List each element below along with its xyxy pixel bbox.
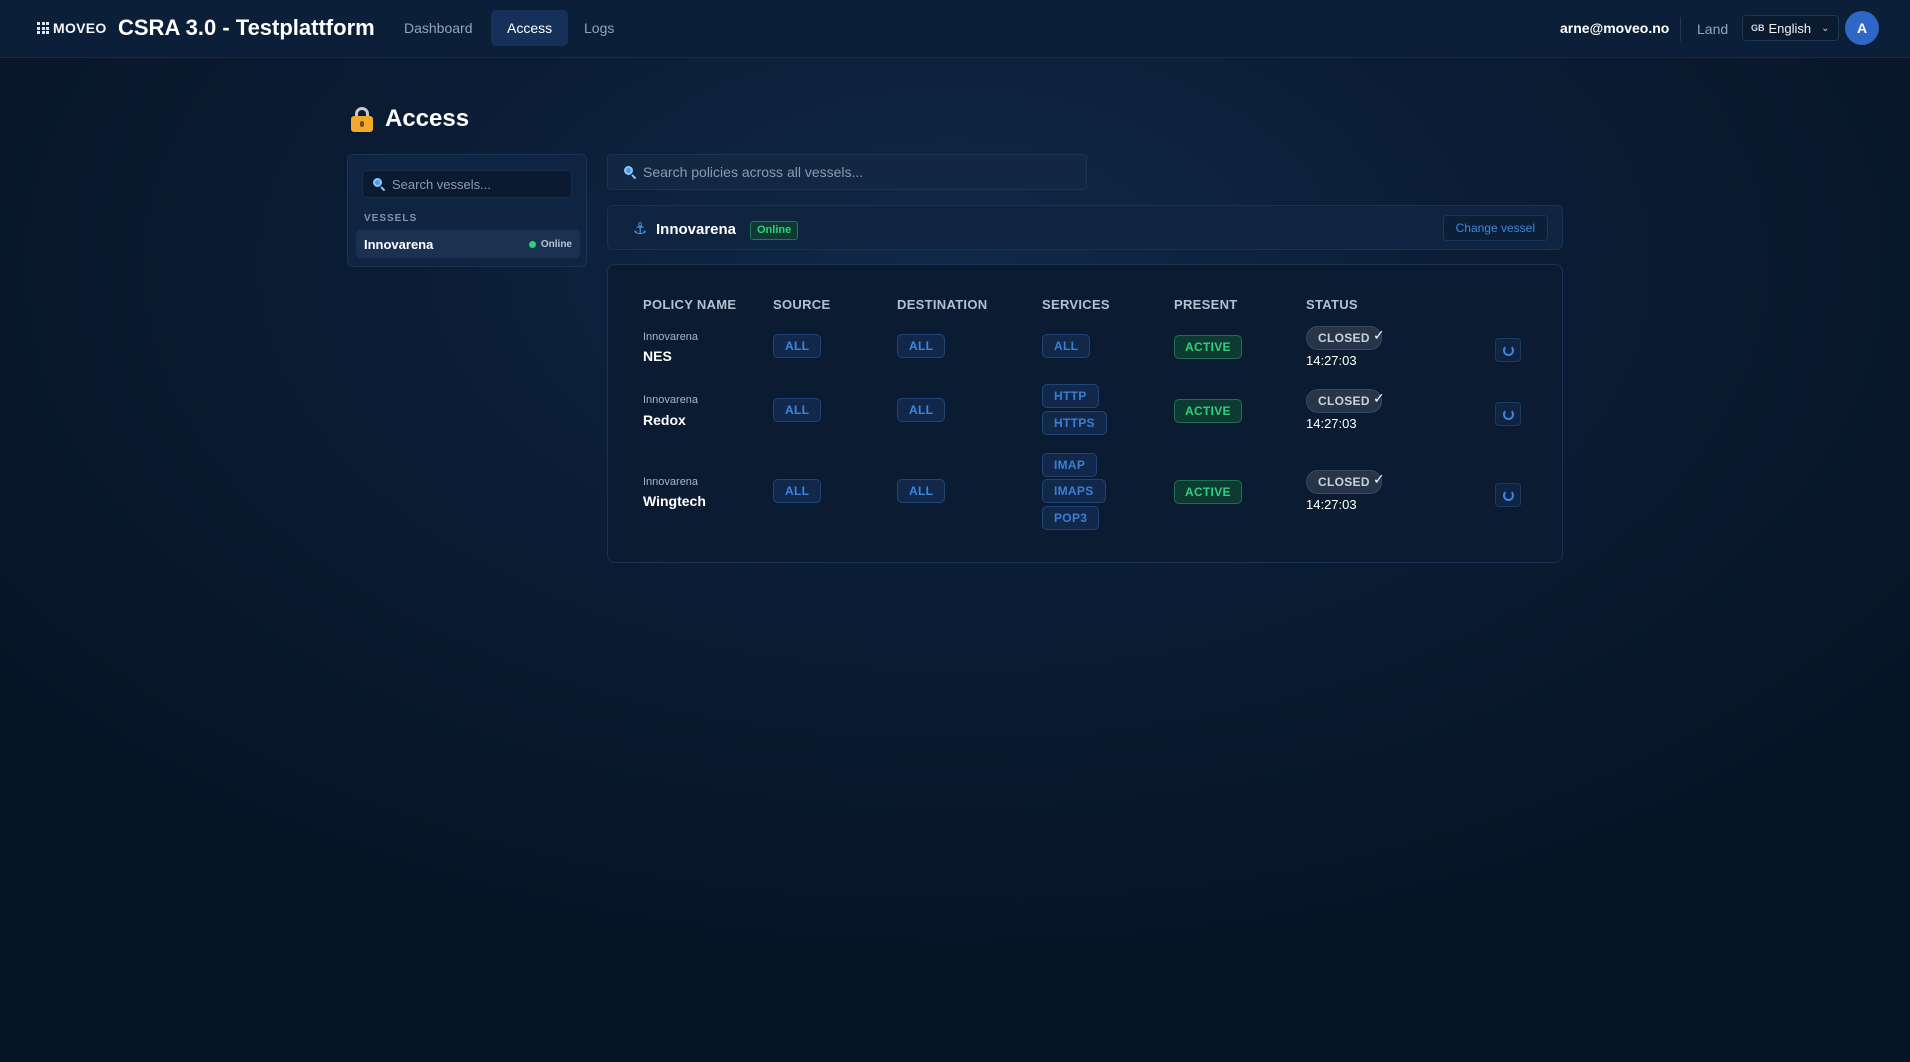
moveo-logo[interactable]: MOVEO xyxy=(37,20,107,36)
status-badge: Online xyxy=(750,221,799,240)
nav-logs[interactable]: Logs xyxy=(568,10,630,46)
present-pill: ACTIVE xyxy=(1174,480,1242,504)
flag-icon: GB xyxy=(1751,23,1765,33)
app-title: CSRA 3.0 - Testplattform xyxy=(118,15,375,40)
column-header-destination: DESTINATION xyxy=(897,297,988,312)
policy-vessel: Innovarena xyxy=(643,394,699,406)
vessels-section-label: VESSELS xyxy=(364,213,418,224)
chevron-down-icon: ⌄ xyxy=(1821,22,1830,34)
language-select[interactable]: GB English ⌄ xyxy=(1742,15,1839,41)
column-header-policy-name: POLICY NAME xyxy=(643,297,737,312)
check-icon: ✓ xyxy=(1373,327,1385,343)
land-link[interactable]: Land xyxy=(1697,21,1728,37)
refresh-icon xyxy=(1502,489,1514,501)
column-header-status: STATUS xyxy=(1306,297,1358,312)
destination-pill: ALL xyxy=(897,479,946,503)
policy-name: Redox xyxy=(643,412,686,428)
present-pill: ACTIVE xyxy=(1174,335,1242,359)
logo-text: MOVEO xyxy=(53,20,107,36)
present-pill: ACTIVE xyxy=(1174,399,1242,423)
column-header-present: PRESENT xyxy=(1174,297,1238,312)
page-heading: Access xyxy=(350,105,469,133)
status-pill: CLOSED xyxy=(1306,389,1382,413)
page-title: Access xyxy=(385,105,470,132)
vessel-search-input[interactable] xyxy=(392,176,562,192)
refresh-button[interactable] xyxy=(1495,338,1521,362)
policy-name: Wingtech xyxy=(643,493,706,509)
selected-vessel-name: Innovarena xyxy=(656,221,737,238)
status-time: 14:27:03 xyxy=(1306,353,1357,368)
status-pill: CLOSED xyxy=(1306,470,1382,494)
header-divider xyxy=(1680,17,1681,41)
status-time: 14:27:03 xyxy=(1306,497,1357,512)
policy-search-input[interactable] xyxy=(643,164,1063,180)
online-dot-icon xyxy=(528,240,536,248)
vessel-item-innovarena[interactable]: Innovarena Online xyxy=(356,230,580,258)
vessel-search[interactable] xyxy=(362,170,572,198)
anchor-icon: ⚓ xyxy=(633,221,648,238)
nav-access[interactable]: Access xyxy=(491,10,569,46)
status-pill: CLOSED xyxy=(1306,326,1382,350)
refresh-button[interactable] xyxy=(1495,483,1521,507)
service-pill: POP3 xyxy=(1042,506,1100,530)
check-icon: ✓ xyxy=(1373,390,1385,406)
service-pill: IMAP xyxy=(1042,453,1098,477)
refresh-icon xyxy=(1502,408,1514,420)
refresh-icon xyxy=(1502,344,1514,356)
policy-table: POLICY NAME SOURCE DESTINATION SERVICES … xyxy=(607,264,1563,563)
policy-vessel: Innovarena xyxy=(643,331,699,343)
vessel-name: Innovarena xyxy=(364,236,434,252)
search-icon xyxy=(624,166,637,180)
top-bar: MOVEO CSRA 3.0 - Testplattform Dashboard… xyxy=(0,0,1910,58)
column-header-services: SERVICES xyxy=(1042,297,1110,312)
refresh-button[interactable] xyxy=(1495,402,1521,426)
lock-icon xyxy=(350,106,374,132)
language-label: English xyxy=(1768,20,1812,36)
source-pill: ALL xyxy=(773,398,822,422)
policy-name: NES xyxy=(643,348,672,364)
vessel-status-label: Online xyxy=(540,238,572,250)
destination-pill: ALL xyxy=(897,334,946,358)
service-pill: ALL xyxy=(1042,334,1091,358)
vessel-status: Online xyxy=(528,238,572,250)
status-time: 14:27:03 xyxy=(1306,416,1357,431)
search-icon xyxy=(373,178,386,192)
policy-search[interactable] xyxy=(607,154,1087,190)
grid-icon xyxy=(37,22,49,34)
service-pill: IMAPS xyxy=(1042,479,1106,503)
source-pill: ALL xyxy=(773,479,822,503)
user-email[interactable]: arne@moveo.no xyxy=(1560,20,1669,36)
check-icon: ✓ xyxy=(1373,471,1385,487)
service-pill: HTTPS xyxy=(1042,411,1107,435)
policy-vessel: Innovarena xyxy=(643,476,699,488)
service-pill: HTTP xyxy=(1042,384,1099,408)
column-header-source: SOURCE xyxy=(773,297,831,312)
nav-dashboard[interactable]: Dashboard xyxy=(388,10,489,46)
source-pill: ALL xyxy=(773,334,822,358)
avatar[interactable]: A xyxy=(1845,11,1879,45)
vessel-panel: VESSELS Innovarena Online xyxy=(347,154,587,267)
destination-pill: ALL xyxy=(897,398,946,422)
selected-vessel-header: ⚓ Innovarena Online Change vessel xyxy=(607,205,1563,250)
change-vessel-button[interactable]: Change vessel xyxy=(1442,215,1548,241)
